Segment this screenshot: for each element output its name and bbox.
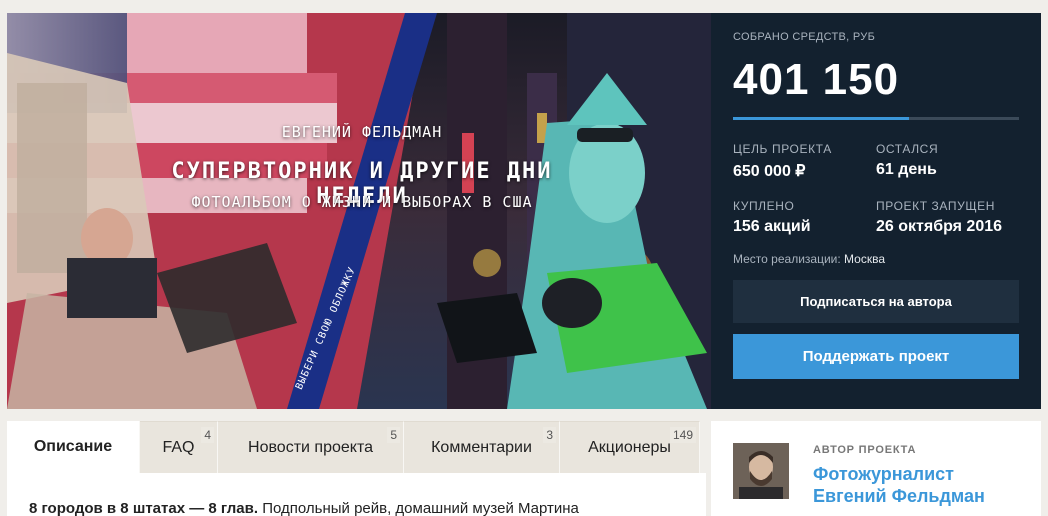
project-cover[interactable]: ЕВГЕНИЙ ФЕЛЬДМАН СУПЕРВТОРНИК И ДРУГИЕ Д… — [7, 13, 711, 409]
cover-photo — [7, 13, 711, 409]
location-label: Место реализации: — [733, 252, 841, 266]
avatar[interactable] — [733, 443, 789, 499]
tab-count-badge: 3 — [543, 427, 556, 443]
goal-label: ЦЕЛЬ ПРОЕКТА — [733, 142, 832, 156]
project-content: Описание FAQ 4 Новости проекта 5 Коммент… — [7, 421, 706, 516]
support-project-button[interactable]: Поддержать проект — [733, 334, 1019, 379]
tab-faq[interactable]: FAQ 4 — [140, 421, 218, 473]
author-card: АВТОР ПРОЕКТА Фотожурналист Евгений Фель… — [711, 421, 1041, 516]
tab-label: Описание — [33, 438, 113, 455]
funding-progress-fill — [733, 117, 910, 120]
days-left-value: 61 день — [876, 161, 937, 178]
cover-subtitle: ФОТОАЛЬБОМ О ЖИЗНИ И ВЫБОРАХ В США — [191, 193, 533, 211]
author-name-link[interactable]: Фотожурналист Евгений Фельдман — [813, 463, 985, 507]
bought-label: КУПЛЕНО — [733, 199, 795, 213]
tab-count-badge: 4 — [201, 427, 214, 443]
tab-label: FAQ — [162, 438, 195, 456]
description-lead: 8 городов в 8 штатах — 8 глав. — [29, 500, 259, 516]
subscribe-author-button[interactable]: Подписаться на автора — [733, 280, 1019, 323]
started-label: ПРОЕКТ ЗАПУЩЕН — [876, 199, 996, 213]
stat-bought: КУПЛЕНО 156 акций — [733, 199, 876, 236]
tab-label: Новости проекта — [248, 438, 373, 456]
project-tabs: Описание FAQ 4 Новости проекта 5 Коммент… — [7, 421, 706, 473]
description-body: Подпольный рейв, домашний музей Мартина — [262, 500, 579, 516]
stat-started: ПРОЕКТ ЗАПУЩЕН 26 октября 2016 — [876, 199, 1019, 236]
raised-value: 401 150 — [733, 55, 900, 104]
funding-panel: СОБРАНО СРЕДСТВ, РУБ 401 150 ЦЕЛЬ ПРОЕКТ… — [711, 13, 1041, 409]
raised-label: СОБРАНО СРЕДСТВ, РУБ — [733, 31, 876, 43]
tab-comments[interactable]: Комментарии 3 — [404, 421, 560, 473]
stat-days-left: ОСТАЛСЯ 61 день — [876, 142, 1019, 181]
stat-goal: ЦЕЛЬ ПРОЕКТА 650 000 ₽ — [733, 142, 876, 181]
description-text: 8 городов в 8 штатах — 8 глав. Подпольны… — [7, 473, 706, 516]
tab-label: Акционеры — [588, 438, 671, 456]
author-info: АВТОР ПРОЕКТА Фотожурналист Евгений Фель… — [813, 443, 985, 506]
tab-news[interactable]: Новости проекта 5 — [218, 421, 404, 473]
goal-value: 650 000 ₽ — [733, 163, 806, 180]
days-left-label: ОСТАЛСЯ — [876, 142, 939, 156]
tab-shareholders[interactable]: Акционеры 149 — [560, 421, 700, 473]
tab-count-badge: 149 — [669, 427, 696, 443]
tab-count-badge: 5 — [387, 427, 400, 443]
tab-label: Комментарии — [431, 438, 532, 456]
funding-progress-bar — [733, 117, 1019, 120]
author-name-line: Фотожурналист — [813, 464, 954, 484]
author-label: АВТОР ПРОЕКТА — [813, 444, 917, 456]
cover-author: ЕВГЕНИЙ ФЕЛЬДМАН — [281, 123, 443, 141]
author-name-line: Евгений Фельдман — [813, 486, 985, 506]
bought-value: 156 акций — [733, 218, 811, 235]
location: Место реализации: Москва — [733, 252, 1019, 266]
tab-description[interactable]: Описание — [7, 421, 140, 473]
stats-grid: ЦЕЛЬ ПРОЕКТА 650 000 ₽ ОСТАЛСЯ 61 день К… — [733, 142, 1019, 236]
location-value: Москва — [844, 252, 886, 266]
started-value: 26 октября 2016 — [876, 218, 1003, 235]
